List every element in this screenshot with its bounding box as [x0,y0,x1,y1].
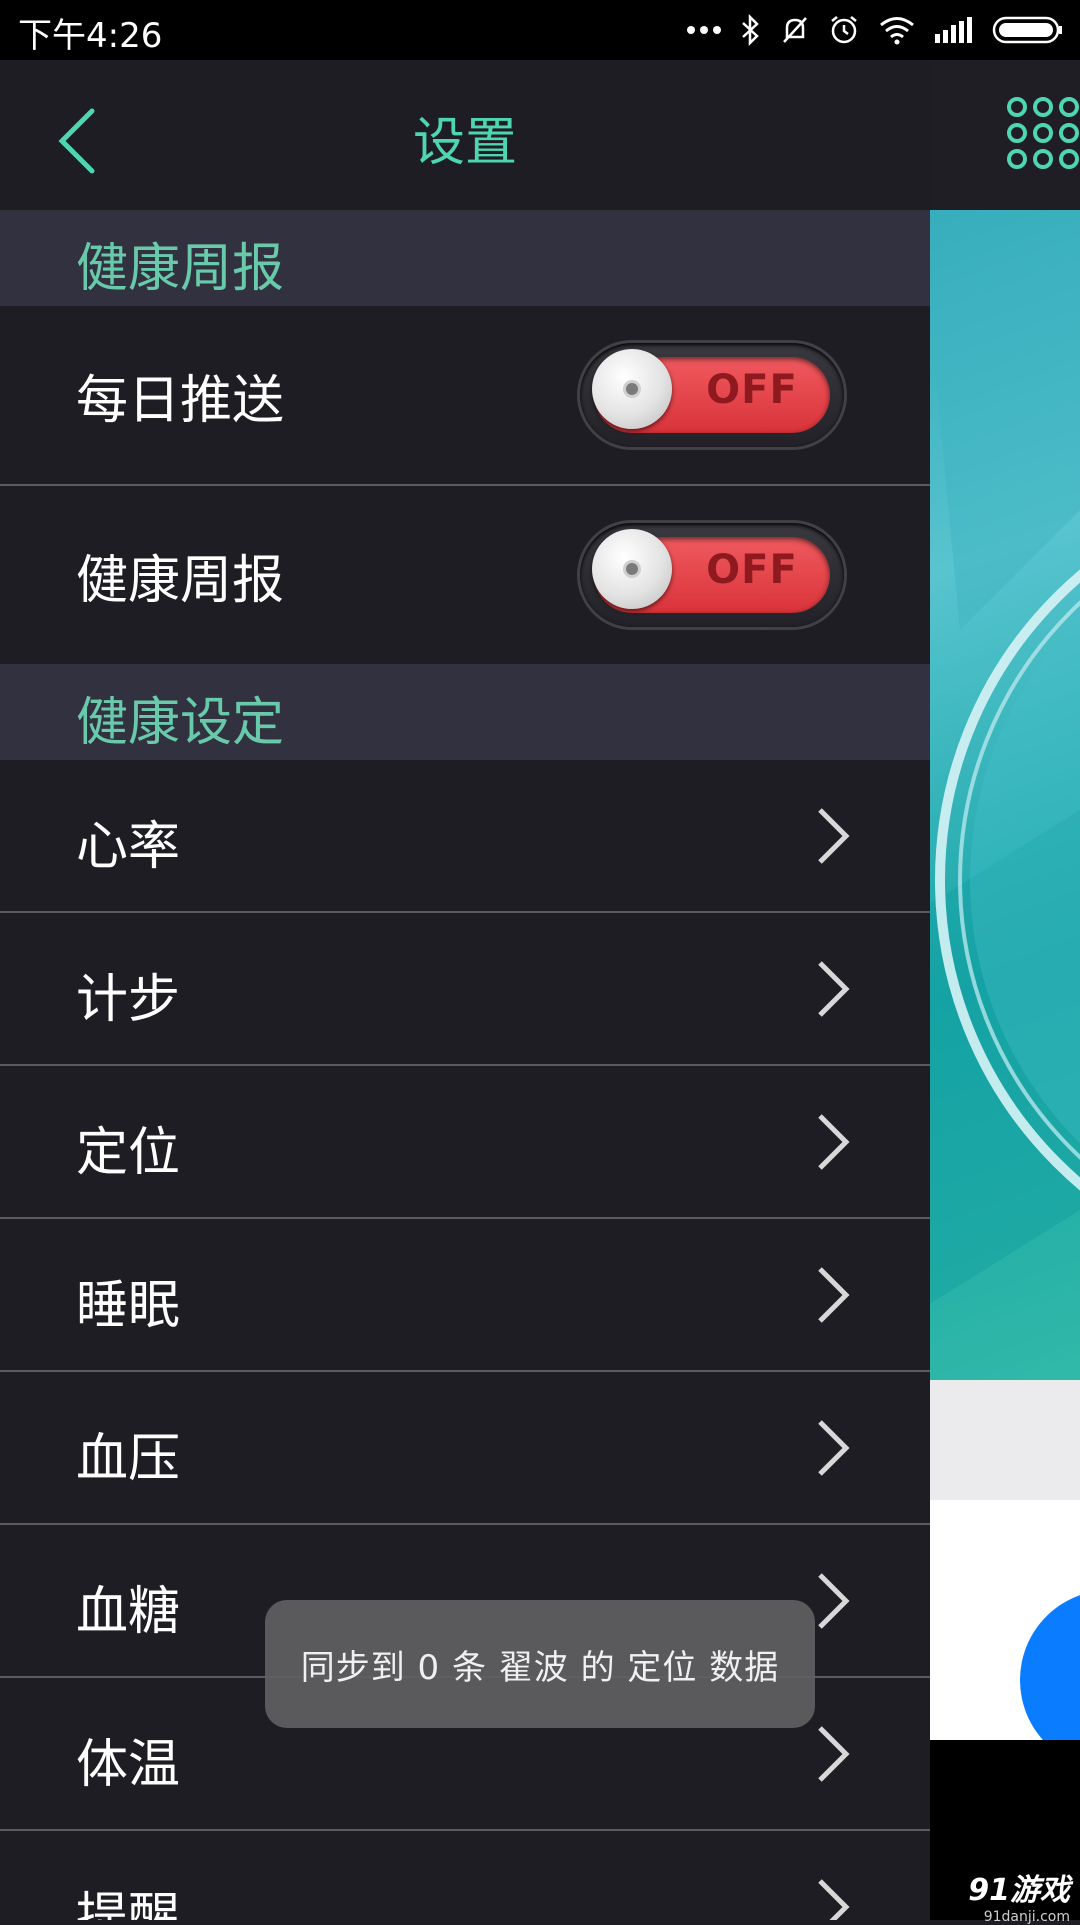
row-label: 每日推送 [76,371,285,431]
row-daily-push: 每日推送 OFF [0,306,930,486]
row-label: 血压 [76,1429,181,1489]
chevron-right-icon [818,1573,850,1629]
status-bar: 下午4:26 [0,0,1080,60]
watermark-url: 91danji.com [983,1909,1070,1925]
toggle-knob[interactable] [592,529,672,609]
background-card [920,1500,1080,1740]
daily-push-toggle[interactable]: OFF [580,343,844,447]
row-label: 心率 [76,817,181,877]
chevron-right-icon [818,1267,850,1323]
row-label: 提醒 [76,1888,181,1920]
alarm-icon [831,16,857,44]
weekly-report-toggle[interactable]: OFF [580,523,844,627]
signal-icon [935,17,972,43]
section-header-health-settings: 健康设定 [0,664,930,760]
background-banner [920,210,1080,1380]
bluetooth-icon [742,14,759,46]
chevron-right-icon [818,808,850,864]
row-label: 健康周报 [76,551,285,611]
row-label: 定位 [76,1123,181,1183]
sync-toast: 同步到 0 条 翟波 的 定位 数据 [265,1600,815,1728]
mute-bell-icon [783,17,807,43]
watermark-brand: 91游戏 [968,1873,1070,1908]
list-item-blood-pressure[interactable]: 血压 [0,1372,930,1525]
battery-icon [992,16,1062,44]
section-title: 健康周报 [76,239,285,299]
page-title: 设置 [412,113,517,173]
list-item-location[interactable]: 定位 [0,1066,930,1219]
background-gray-strip [920,1380,1080,1500]
blue-button[interactable] [1020,1590,1080,1740]
more-dots-icon [687,26,721,34]
row-label: 睡眠 [76,1276,181,1336]
section-title: 健康设定 [76,693,285,753]
list-item-steps[interactable]: 计步 [0,913,930,1066]
chevron-right-icon [818,1114,850,1170]
grid-menu-icon[interactable] [1005,95,1080,175]
toggle-knob[interactable] [592,349,672,429]
background-toolbar [920,60,1080,210]
background-screen: 91游戏 91danji.com [920,60,1080,1925]
chevron-right-icon [818,961,850,1017]
row-weekly-report: 健康周报 OFF [0,486,930,664]
list-item-reminder[interactable]: 提醒 [0,1831,930,1920]
toast-text: 同步到 0 条 翟波 的 定位 数据 [300,1647,780,1688]
chevron-right-icon [818,1420,850,1476]
list-item-heart-rate[interactable]: 心率 [0,760,930,913]
settings-header: 设置 [0,60,930,210]
status-icons [686,10,1064,50]
section-header-weekly-report: 健康周报 [0,210,930,306]
row-label: 计步 [76,970,181,1030]
status-time: 下午4:26 [18,16,163,56]
wifi-icon [880,17,914,45]
row-label: 血糖 [76,1582,181,1642]
banner-graphic [920,210,1080,1310]
chevron-right-icon [818,1726,850,1782]
row-label: 体温 [76,1735,181,1795]
chevron-right-icon [818,1879,850,1920]
list-item-sleep[interactable]: 睡眠 [0,1219,930,1372]
watermark: 91游戏 91danji.com [968,1865,1070,1925]
